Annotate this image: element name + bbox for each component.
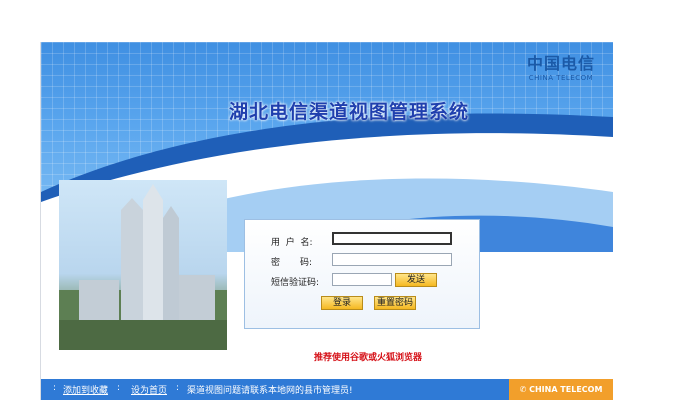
system-title: 湖北电信渠道视图管理系统 — [229, 101, 470, 123]
set-homepage-link[interactable]: 设为首页 — [131, 383, 167, 396]
password-input[interactable] — [332, 253, 452, 266]
china-telecom-logo: 中国电信 CHINA TELECOM — [527, 50, 595, 82]
sms-code-label: 短信验证码: — [271, 278, 320, 288]
login-page: 中国电信 CHINA TELECOM 湖北电信渠道视图管理系统 用 户 名: 密… — [40, 42, 613, 400]
footer-bar: : 添加到收藏 : 设为首页 : 渠道视图问题请联系本地网的县市管理员! ✆ C… — [41, 379, 613, 400]
contact-admin-text: 渠道视图问题请联系本地网的县市管理员! — [187, 386, 353, 396]
logo-subtitle: CHINA TELECOM — [528, 74, 594, 82]
login-button[interactable]: 登录 — [321, 296, 363, 310]
reset-password-button[interactable]: 重置密码 — [374, 296, 416, 310]
username-label: 用 户 名: — [271, 238, 313, 248]
logo-mark: 中国电信 — [526, 54, 595, 73]
footer-separator: : — [117, 383, 121, 393]
footer-brand-text: CHINA TELECOM — [529, 385, 603, 394]
footer-separator: : — [176, 383, 180, 393]
password-label: 密 码: — [271, 258, 313, 268]
username-input[interactable] — [332, 232, 452, 245]
sms-code-input[interactable] — [332, 273, 392, 286]
send-code-button[interactable]: 发送 — [395, 273, 437, 287]
browser-recommendation: 推荐使用谷歌或火狐浏览器 — [314, 353, 423, 363]
footer-brand: ✆ CHINA TELECOM — [509, 379, 613, 400]
telecom-icon: ✆ — [519, 385, 530, 394]
building-photo — [59, 180, 227, 350]
footer-separator: : — [53, 383, 57, 393]
login-panel: 用 户 名: 密 码: 短信验证码: 发送 登录 重置密码 — [244, 219, 480, 329]
building-illustration — [59, 184, 227, 350]
add-favorite-link[interactable]: 添加到收藏 — [63, 383, 108, 396]
